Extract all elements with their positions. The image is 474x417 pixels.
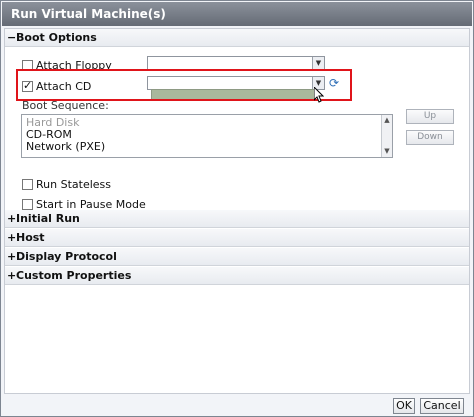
ok-button[interactable]: OK	[393, 398, 415, 414]
section-host[interactable]: +Host	[5, 229, 469, 247]
section-label: Boot Options	[16, 31, 97, 44]
section-label: Host	[16, 231, 45, 244]
collapse-icon[interactable]: −	[7, 29, 16, 47]
section-label: Initial Run	[16, 212, 80, 225]
attach-floppy-select[interactable]: ▼	[147, 56, 325, 70]
boot-sequence-label: Boot Sequence:	[22, 99, 109, 112]
section-custom-properties[interactable]: +Custom Properties	[5, 267, 469, 285]
dialog-body: −Boot Options Attach Floppy ▼ Attach CD …	[4, 28, 470, 394]
boot-sequence-scrollbar[interactable]: ▲ ▼	[381, 115, 392, 157]
section-initial-run[interactable]: +Initial Run	[5, 210, 469, 228]
section-display-protocol[interactable]: +Display Protocol	[5, 248, 469, 266]
scroll-up-icon[interactable]: ▲	[382, 115, 392, 125]
expand-icon[interactable]: +	[7, 248, 16, 266]
run-stateless-label: Run Stateless	[36, 178, 111, 191]
expand-icon[interactable]: +	[7, 210, 16, 228]
list-item[interactable]: Network (PXE)	[26, 140, 105, 153]
move-up-button[interactable]: Up	[406, 109, 454, 124]
mouse-cursor-icon	[314, 87, 324, 103]
run-stateless-checkbox[interactable]	[22, 179, 33, 190]
expand-icon[interactable]: +	[7, 229, 16, 247]
start-paused-checkbox[interactable]	[22, 199, 33, 210]
highlight-frame	[16, 69, 352, 101]
expand-icon[interactable]: +	[7, 267, 16, 285]
boot-sequence-list[interactable]: Hard Disk CD-ROM Network (PXE) ▲ ▼	[21, 114, 393, 158]
section-label: Display Protocol	[16, 250, 117, 263]
section-boot-options[interactable]: −Boot Options	[5, 29, 469, 47]
dialog-titlebar[interactable]: Run Virtual Machine(s)	[2, 2, 472, 26]
chevron-down-icon[interactable]: ▼	[312, 57, 324, 69]
run-vm-dialog: Run Virtual Machine(s) −Boot Options Att…	[0, 0, 474, 417]
section-label: Custom Properties	[16, 269, 132, 282]
dialog-title: Run Virtual Machine(s)	[11, 7, 166, 21]
move-down-button[interactable]: Down	[406, 130, 454, 145]
scroll-down-icon[interactable]: ▼	[382, 146, 392, 156]
cancel-button[interactable]: Cancel	[420, 398, 464, 414]
